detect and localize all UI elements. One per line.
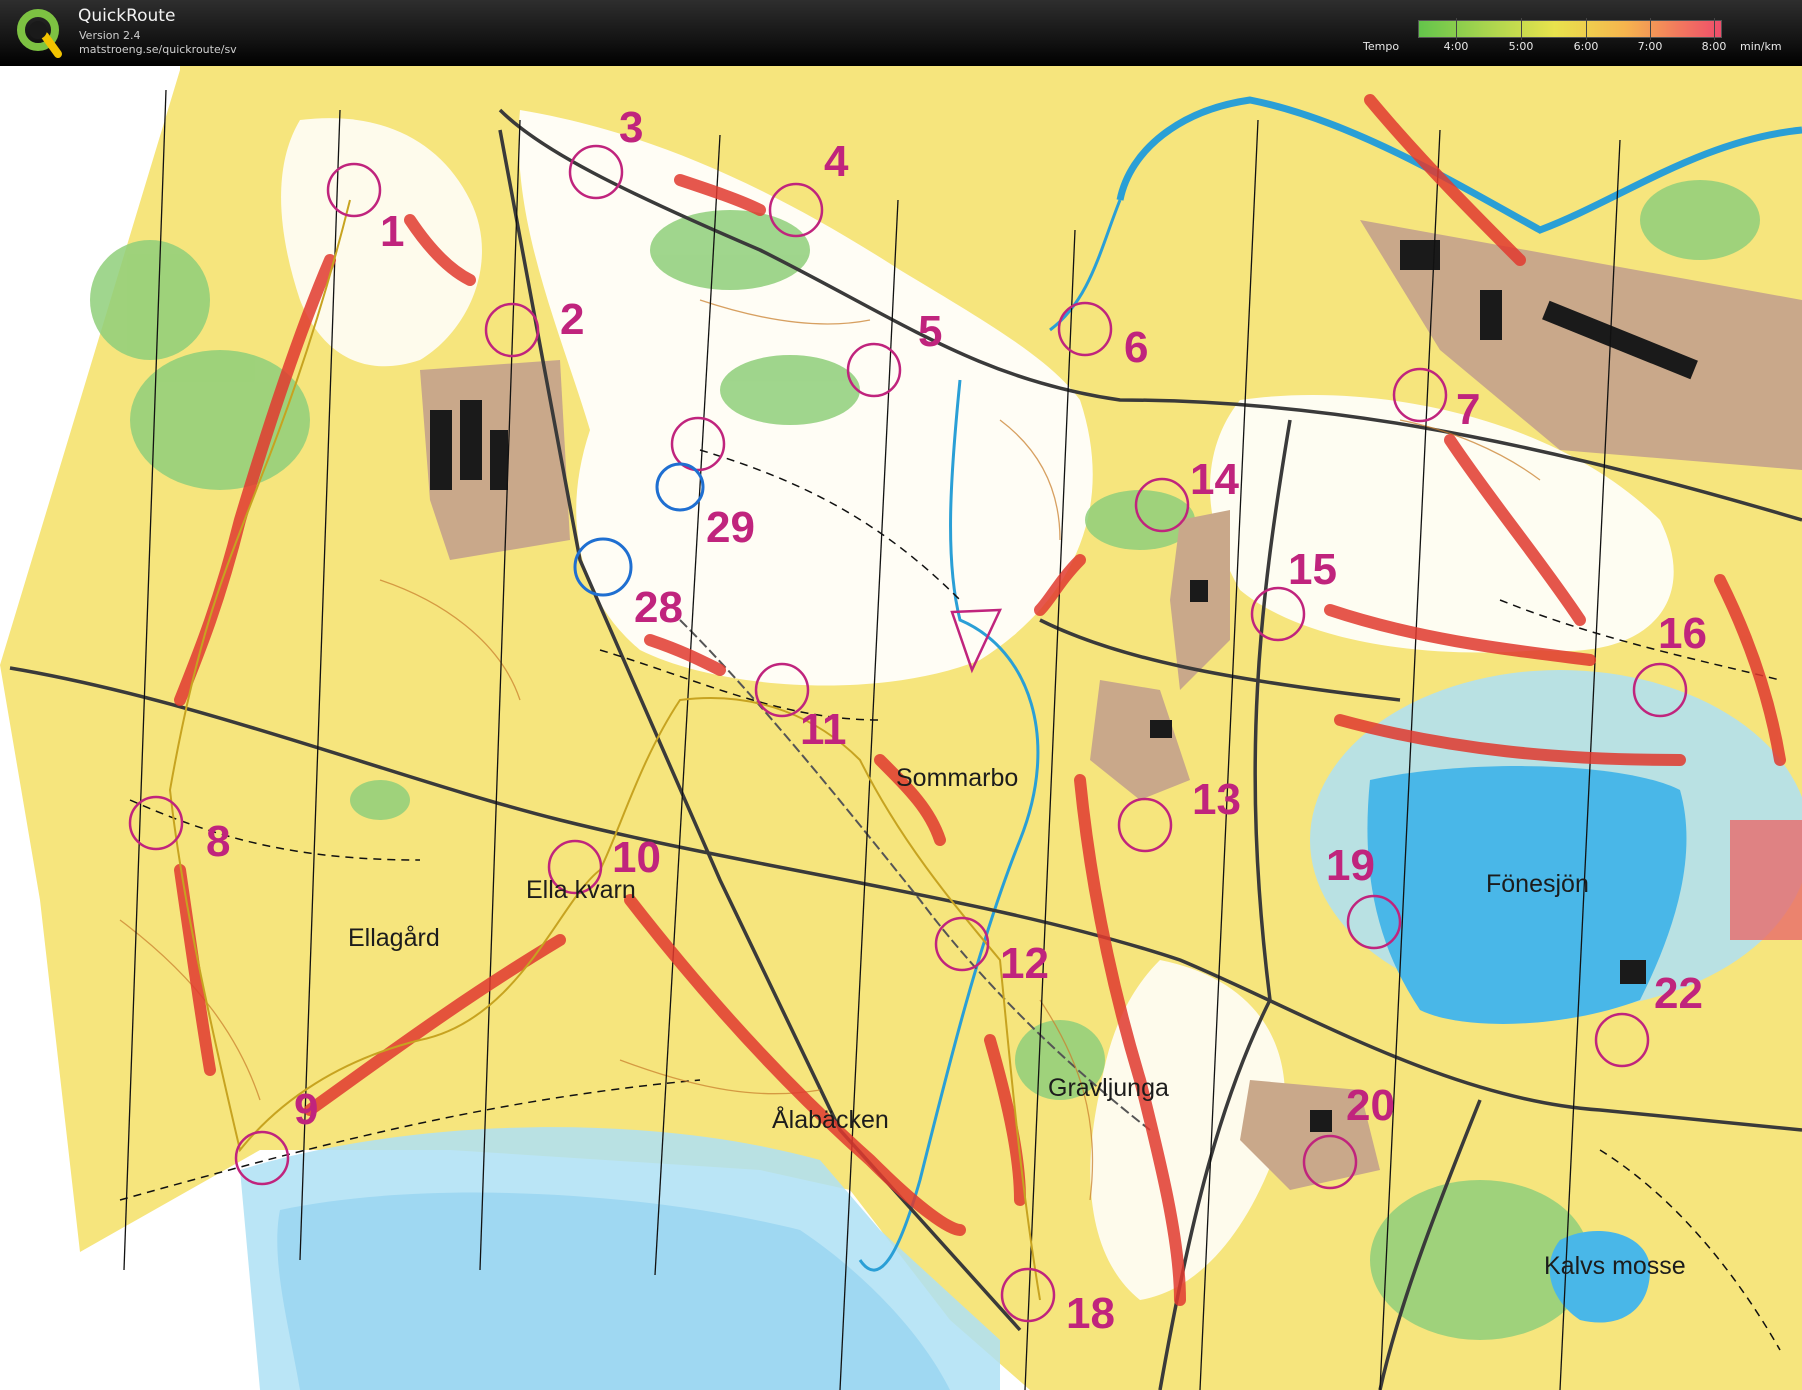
place-label-sommarbo: Sommarbo — [896, 764, 1018, 792]
control-number: 9 — [294, 1085, 318, 1134]
tempo-tick-label: 7:00 — [1637, 40, 1663, 53]
control-number: 10 — [612, 833, 661, 882]
place-label-alabacken: Ålabäcken — [772, 1104, 889, 1134]
place-label-fonesjon: Fönesjön — [1486, 870, 1589, 898]
control-number: 13 — [1192, 775, 1241, 824]
control-number: 19 — [1326, 841, 1375, 890]
place-label-gravljunga: Gravljunga — [1048, 1074, 1169, 1102]
tempo-label: Tempo — [1363, 40, 1400, 53]
control-number: 22 — [1654, 969, 1703, 1018]
restricted-area — [1730, 820, 1802, 940]
app-title: QuickRoute — [78, 6, 176, 26]
control-number: 7 — [1456, 385, 1480, 434]
tempo-tick-label: 4:00 — [1443, 40, 1469, 53]
orienteering-map[interactable]: 1 2 3 4 5 6 7 8 9 10 11 12 13 14 15 16 1… — [0, 66, 1802, 1390]
tempo-tick-mark — [1586, 18, 1587, 40]
control-number: 2 — [560, 295, 584, 344]
tempo-tick-label: 8:00 — [1701, 40, 1727, 53]
control-number: 6 — [1124, 323, 1148, 372]
control-number: 29 — [706, 503, 755, 552]
place-label-kalvs-mosse: Kalvs mosse — [1544, 1252, 1686, 1280]
app-header: QuickRoute Version 2.4 matstroeng.se/qui… — [0, 0, 1802, 66]
control-number: 1 — [380, 207, 404, 256]
control-number: 11 — [800, 705, 847, 754]
tempo-color-scale — [1418, 20, 1722, 38]
tempo-tick-label: 6:00 — [1573, 40, 1599, 53]
tempo-tick-label: 5:00 — [1508, 40, 1534, 53]
app-version: Version 2.4 — [79, 29, 141, 42]
app-url-link[interactable]: matstroeng.se/quickroute/sv — [79, 43, 237, 56]
control-number: 14 — [1190, 455, 1239, 504]
tempo-tick-mark — [1521, 18, 1522, 40]
place-label-ellagard: Ellagård — [348, 924, 440, 952]
control-number: 12 — [1000, 939, 1049, 988]
control-number: 20 — [1346, 1081, 1395, 1130]
tempo-unit: min/km — [1740, 40, 1782, 53]
control-number: 5 — [918, 307, 942, 356]
place-label-ella-kvarn: Ella kvarn — [526, 876, 636, 904]
tempo-tick-mark — [1650, 18, 1651, 40]
tempo-tick-mark — [1456, 18, 1457, 40]
control-number: 8 — [206, 817, 230, 866]
control-number: 15 — [1288, 545, 1337, 594]
control-number: 18 — [1066, 1289, 1115, 1338]
control-number: 28 — [634, 583, 683, 632]
quickroute-logo-icon — [17, 9, 62, 58]
control-number: 4 — [824, 137, 849, 186]
tempo-tick-mark — [1714, 18, 1715, 40]
control-number: 16 — [1658, 609, 1707, 658]
control-number: 3 — [619, 103, 643, 152]
